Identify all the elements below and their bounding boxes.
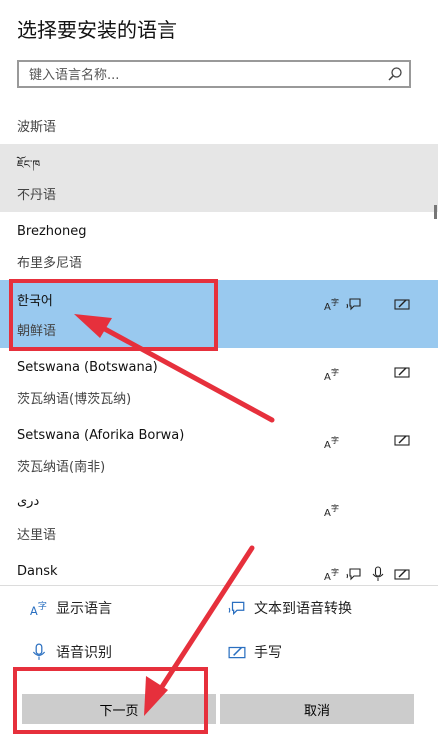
handwriting-icon: [228, 646, 246, 659]
display-language-icon: A 字: [30, 600, 47, 617]
search-box[interactable]: [17, 60, 411, 88]
language-chinese-name: 茨瓦纳语(南非): [17, 460, 106, 475]
display-language-icon: A 字: [324, 297, 339, 312]
next-button[interactable]: 下一页: [22, 694, 216, 724]
language-chinese-name: 不丹语: [17, 188, 57, 203]
text-to-speech-icon: [346, 298, 361, 311]
language-native-name: 한국어: [17, 294, 53, 309]
language-native-name: دری: [17, 494, 40, 509]
svg-text:A: A: [324, 302, 331, 312]
language-native-name: 波斯语: [17, 120, 57, 135]
list-item[interactable]: 波斯语: [0, 110, 438, 142]
list-item[interactable]: Dansk A 字: [0, 552, 438, 585]
language-chinese-name: 布里多尼语: [17, 256, 83, 271]
divider: [0, 585, 438, 586]
display-language-icon: A 字: [324, 435, 339, 450]
page-title: 选择要安装的语言: [17, 18, 177, 42]
search-input[interactable]: [27, 65, 371, 85]
language-chinese-name: 达里语: [17, 528, 57, 543]
cancel-button[interactable]: 取消: [220, 694, 414, 724]
handwriting-icon: [394, 435, 410, 446]
language-native-name: Dansk: [17, 564, 58, 579]
svg-text:A: A: [324, 440, 331, 450]
svg-text:字: 字: [331, 435, 339, 445]
svg-text:字: 字: [331, 503, 339, 513]
microphone-icon: [372, 566, 384, 581]
handwriting-icon: [394, 299, 410, 310]
svg-text:A: A: [324, 572, 331, 582]
svg-text:字: 字: [331, 297, 339, 307]
language-native-name: ཇོང་ཁ: [17, 158, 41, 171]
search-icon[interactable]: [386, 65, 404, 83]
list-item[interactable]: Brezhoneg 布里多尼语: [0, 212, 438, 280]
svg-text:A: A: [30, 605, 38, 617]
list-item-selected[interactable]: 한국어 朝鲜语 A 字: [0, 280, 438, 348]
svg-text:A: A: [324, 372, 331, 382]
svg-text:A: A: [324, 508, 331, 518]
list-item[interactable]: ཇོང་ཁ 不丹语: [0, 144, 438, 212]
language-native-name: Setswana (Botswana): [17, 360, 158, 375]
text-to-speech-icon: [346, 568, 361, 581]
language-native-name: Setswana (Aforika Borwa): [17, 428, 185, 443]
language-install-dialog: 选择要安装的语言 波斯语 ཇོང་ཁ 不丹语 Brezhoneg 布里多尼语 한…: [0, 0, 438, 738]
svg-text:字: 字: [331, 367, 339, 377]
language-native-name: Brezhoneg: [17, 224, 87, 239]
language-chinese-name: 茨瓦纳语(博茨瓦纳): [17, 392, 132, 407]
svg-text:字: 字: [331, 567, 339, 577]
language-chinese-name: 朝鲜语: [17, 324, 57, 339]
display-language-icon: A 字: [324, 567, 339, 582]
microphone-icon: [32, 643, 46, 660]
display-language-icon: A 字: [324, 503, 339, 518]
text-to-speech-icon: [228, 601, 245, 616]
svg-text:字: 字: [38, 600, 47, 612]
language-list[interactable]: 波斯语 ཇོང་ཁ 不丹语 Brezhoneg 布里多尼语 한국어 朝鲜语 A …: [0, 110, 438, 585]
list-item[interactable]: Setswana (Botswana) 茨瓦纳语(博茨瓦纳) A 字: [0, 348, 438, 416]
list-item[interactable]: دری 达里语 A 字: [0, 484, 438, 552]
list-item[interactable]: Setswana (Aforika Borwa) 茨瓦纳语(南非) A 字: [0, 416, 438, 484]
display-language-icon: A 字: [324, 367, 339, 382]
scrollbar-thumb[interactable]: [434, 205, 437, 219]
handwriting-icon: [394, 367, 410, 378]
handwriting-icon: [394, 569, 410, 580]
